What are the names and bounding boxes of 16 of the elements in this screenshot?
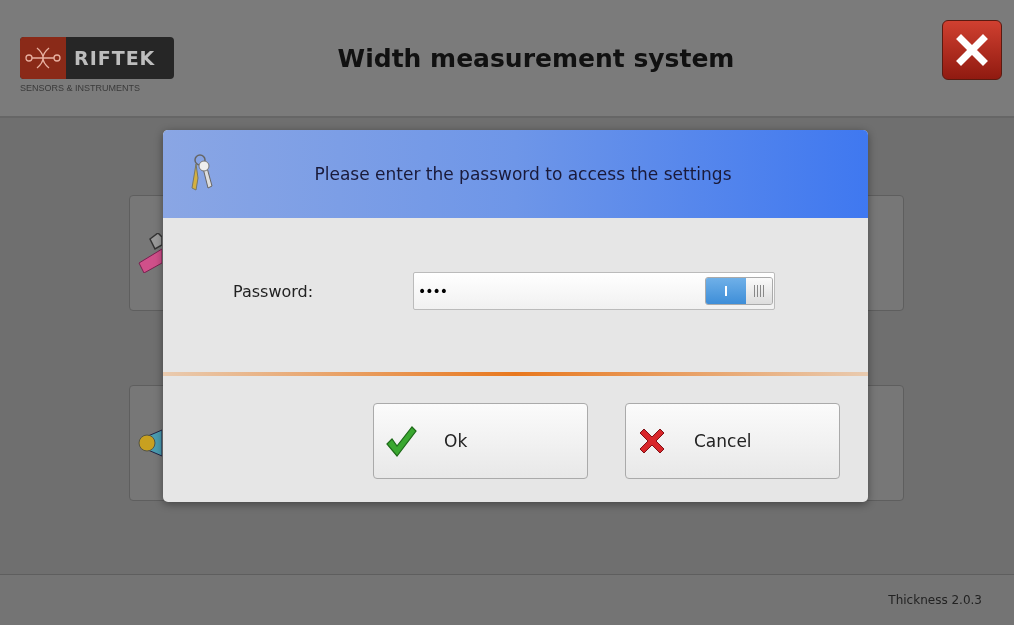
logo-emblem-icon — [23, 46, 63, 70]
toggle-switch[interactable] — [705, 277, 773, 305]
dialog-button[interactable]: Ok — [373, 403, 588, 479]
window-title: Width measurement system — [336, 43, 736, 73]
field-label: Password: — [233, 281, 315, 301]
logo-name: RIFTEK — [74, 47, 156, 69]
version-text: Thickness 2.0.3 — [888, 593, 982, 607]
dialog-title: Please enter the password to access the settings — [313, 164, 733, 184]
close-icon — [955, 33, 989, 67]
password-field[interactable]: •••• — [413, 272, 775, 310]
checkmark-icon — [384, 424, 418, 458]
close-button[interactable] — [942, 20, 1002, 80]
logo-tagline: SENSORS & INSTRUMENTS — [20, 83, 141, 93]
disc-icon — [138, 428, 162, 458]
dialog-button[interactable]: Cancel — [625, 403, 840, 479]
tool-icon — [138, 233, 162, 273]
